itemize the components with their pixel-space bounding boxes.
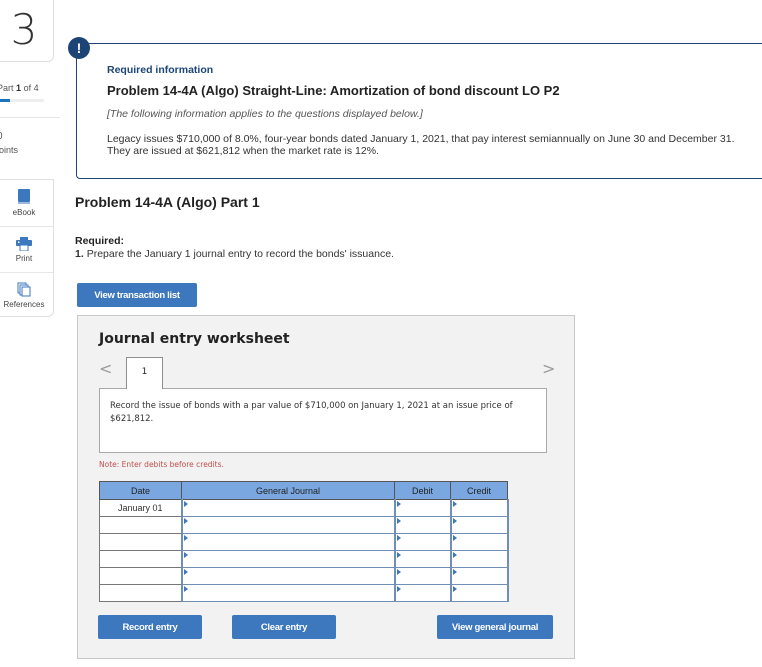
credit-input[interactable] (449, 584, 509, 602)
required-item-number: 1. (75, 248, 84, 260)
print-button[interactable]: Print (0, 226, 53, 272)
column-header-credit: Credit (450, 481, 508, 500)
ebook-button[interactable]: eBook (0, 180, 53, 226)
required-item: 1. Prepare the January 1 journal entry t… (75, 248, 394, 260)
credit-input[interactable] (449, 567, 509, 585)
debit-input[interactable] (393, 567, 452, 585)
debit-input[interactable] (393, 584, 452, 602)
table-row (99, 584, 509, 602)
ebook-icon (17, 189, 31, 205)
points-value: 0 (0, 131, 3, 142)
references-button[interactable]: References (0, 272, 53, 318)
question-number: 3 (10, 4, 38, 54)
chevron-right-icon[interactable]: > (542, 359, 555, 378)
column-header-debit: Debit (394, 481, 451, 500)
alert-icon: ! (68, 37, 90, 59)
table-row (99, 516, 509, 534)
account-input[interactable] (180, 584, 396, 602)
date-cell (99, 533, 182, 551)
table-row (99, 533, 509, 551)
print-icon (16, 236, 32, 251)
account-input[interactable] (180, 533, 396, 551)
debits-note: Note: Enter debits before credits. (99, 460, 224, 469)
scenario-text: Legacy issues $710,000 of 8.0%, four-yea… (107, 133, 735, 157)
journal-table: Date General Journal Debit Credit Januar… (99, 481, 509, 602)
sidebar-divider (0, 117, 60, 118)
journal-entry-worksheet: Journal entry worksheet < 1 > Record the… (77, 315, 575, 659)
question-number-box: 3 (0, 0, 54, 62)
worksheet-title: Journal entry worksheet (99, 331, 290, 347)
table-row (99, 567, 509, 585)
table-row: January 01 (99, 499, 509, 517)
date-cell (99, 516, 182, 534)
debit-input[interactable] (393, 533, 452, 551)
tools-panel: eBook Print References (0, 179, 54, 317)
chevron-left-icon[interactable]: < (99, 359, 112, 378)
column-header-date: Date (99, 481, 182, 500)
transaction-description: Record the issue of bonds with a par val… (99, 388, 547, 453)
credit-input[interactable] (449, 499, 509, 517)
required-label: Required: (75, 235, 125, 247)
date-cell (99, 567, 182, 585)
date-cell (99, 584, 182, 602)
account-input[interactable] (180, 550, 396, 568)
worksheet-tab-1[interactable]: 1 (126, 357, 163, 389)
column-header-general-journal: General Journal (181, 481, 395, 500)
part-progress-bar (0, 99, 44, 102)
references-icon (17, 282, 31, 297)
part-title: Problem 14-4A (Algo) Part 1 (75, 194, 260, 210)
references-label: References (3, 300, 45, 309)
print-label: Print (15, 253, 33, 263)
credit-input[interactable] (449, 516, 509, 534)
points-label: points (0, 145, 19, 155)
journal-table-header: Date General Journal Debit Credit (99, 481, 508, 500)
view-transaction-list-button[interactable]: View transaction list (77, 283, 197, 307)
view-general-journal-button[interactable]: View general journal (437, 615, 553, 639)
date-cell: January 01 (99, 499, 182, 517)
debit-input[interactable] (393, 499, 452, 517)
required-item-text: Prepare the January 1 journal entry to r… (86, 248, 394, 260)
part-indicator: Part 1 of 4 (0, 83, 39, 93)
account-input[interactable] (180, 499, 396, 517)
debit-input[interactable] (393, 550, 452, 568)
credit-input[interactable] (449, 533, 509, 551)
required-information-heading: Required information (107, 64, 214, 76)
clear-entry-button[interactable]: Clear entry (232, 615, 336, 639)
record-entry-button[interactable]: Record entry (98, 615, 202, 639)
date-cell (99, 550, 182, 568)
problem-title: Problem 14-4A (Algo) Straight-Line: Amor… (107, 83, 560, 98)
account-input[interactable] (180, 516, 396, 534)
debit-input[interactable] (393, 516, 452, 534)
credit-input[interactable] (449, 550, 509, 568)
part-progress-fill (0, 99, 10, 102)
account-input[interactable] (180, 567, 396, 585)
ebook-label: eBook (12, 208, 36, 217)
table-row (99, 550, 509, 568)
applies-note: [The following information applies to th… (107, 108, 423, 120)
